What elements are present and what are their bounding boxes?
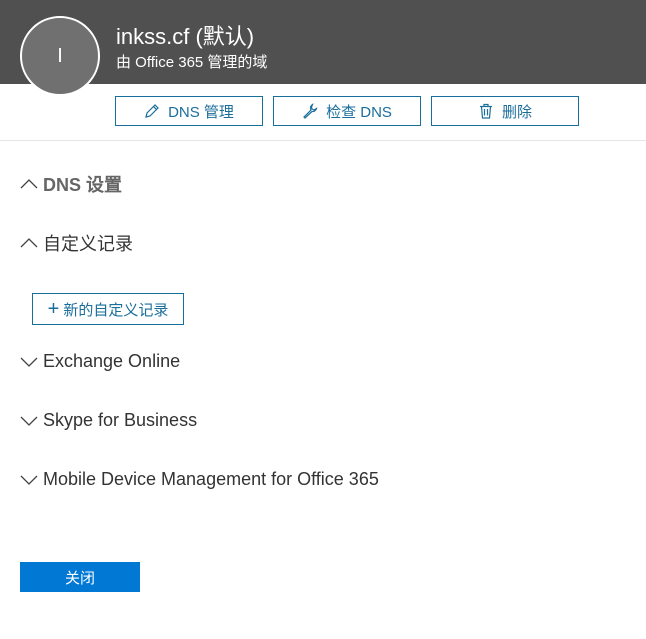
exchange-online-section[interactable]: Exchange Online <box>20 351 180 372</box>
delete-label: 删除 <box>501 103 532 121</box>
domain-title: inkss.cf (默认) <box>116 24 255 49</box>
custom-records-section[interactable]: 自定义记录 <box>20 230 133 256</box>
check-dns-button[interactable]: 检查 DNS <box>273 96 421 126</box>
skype-label: Skype for Business <box>43 410 198 430</box>
wrench-icon <box>303 103 318 119</box>
mdm-section[interactable]: Mobile Device Management for Office 365 <box>20 469 379 490</box>
chevron-down-icon <box>20 475 38 485</box>
action-toolbar: DNS 管理 检查 DNS 删除 <box>0 84 646 141</box>
plus-icon: + <box>47 298 60 320</box>
dns-manage-button[interactable]: DNS 管理 <box>115 96 263 126</box>
dns-settings-section[interactable]: DNS 设置 <box>20 171 122 197</box>
close-button[interactable]: 关闭 <box>20 562 140 592</box>
dns-manage-label: DNS 管理 <box>168 103 234 121</box>
custom-records-label: 自定义记录 <box>43 234 133 254</box>
chevron-down-icon <box>20 357 38 367</box>
pencil-icon <box>145 104 159 118</box>
check-dns-label: 检查 DNS <box>326 103 392 121</box>
domain-subtitle: 由 Office 365 管理的域 <box>116 54 268 71</box>
mdm-label: Mobile Device Management for Office 365 <box>43 469 379 489</box>
avatar: I <box>20 16 100 96</box>
dns-settings-label: DNS 设置 <box>43 175 123 195</box>
chevron-up-icon <box>20 179 38 189</box>
exchange-online-label: Exchange Online <box>43 351 181 371</box>
skype-section[interactable]: Skype for Business <box>20 410 197 431</box>
chevron-down-icon <box>20 416 38 426</box>
trash-icon <box>479 103 492 119</box>
delete-button[interactable]: 删除 <box>431 96 579 126</box>
new-custom-record-label: 新的自定义记录 <box>63 301 169 319</box>
new-custom-record-button[interactable]: + 新的自定义记录 <box>32 293 184 325</box>
chevron-up-icon <box>20 238 38 248</box>
